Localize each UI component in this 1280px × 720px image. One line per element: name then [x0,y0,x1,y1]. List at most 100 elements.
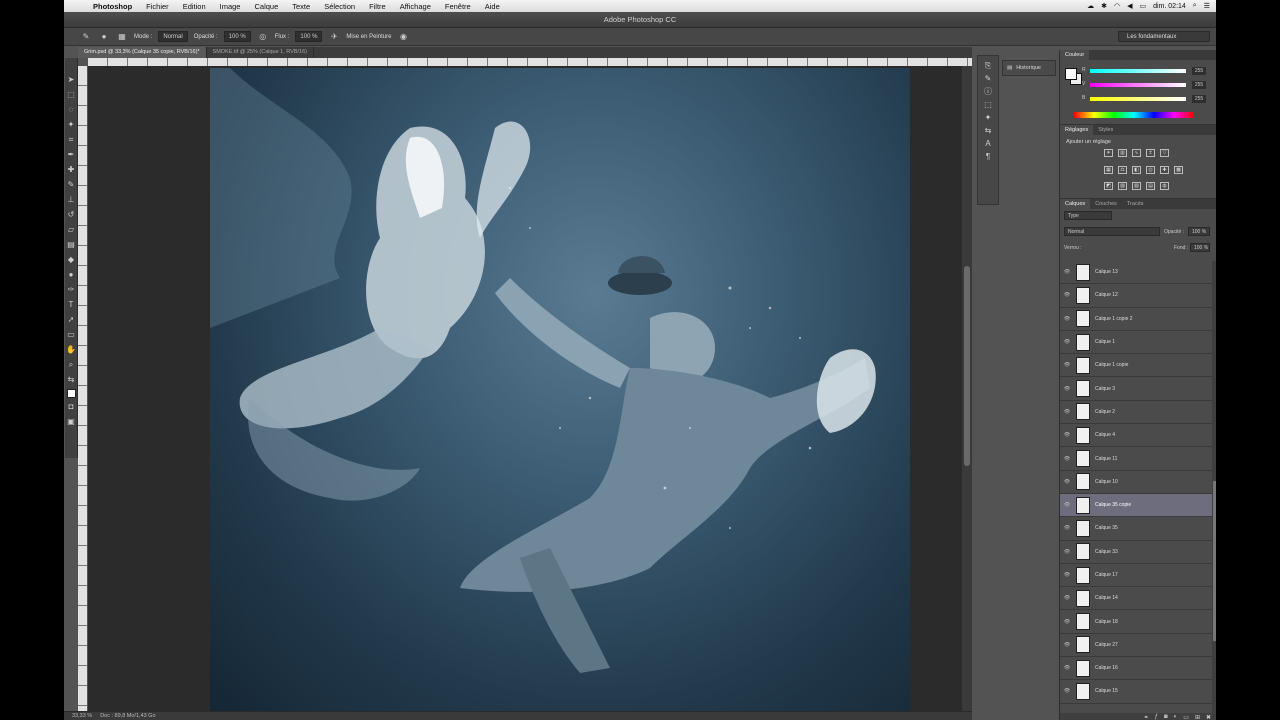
layer-name[interactable]: Calque 11 [1095,456,1117,462]
visibility-eye-icon[interactable]: 👁 [1060,269,1074,275]
path-select-tool-icon[interactable]: ➚ [66,314,76,326]
visibility-eye-icon[interactable]: 👁 [1060,386,1074,392]
brightness-icon[interactable]: ☀ [1104,149,1113,157]
airbrush-label[interactable]: Mise en Peinture [346,34,391,40]
brush-presets-icon[interactable]: ⬚ [984,101,992,109]
layer-thumbnail[interactable] [1076,426,1090,444]
menu-fichier[interactable]: Fichier [139,2,176,11]
layer-filter-kind[interactable]: Type [1064,211,1112,220]
menu-calque[interactable]: Calque [247,2,285,11]
marquee-tool-icon[interactable]: ⬚ [66,89,76,101]
menu-aide[interactable]: Aide [478,2,507,11]
layer-name[interactable]: Calque 2 [1095,409,1115,415]
layer-row[interactable]: 👁 Calque 14 [1060,587,1212,611]
visibility-eye-icon[interactable]: 👁 [1060,409,1074,415]
layer-row[interactable]: 👁 Calque 12 [1060,284,1212,308]
paragraph-panel-icon[interactable]: ¶ [986,153,990,161]
horizontal-ruler[interactable] [88,58,972,66]
battery-icon[interactable]: ▭ [1139,2,1146,10]
layer-opacity-field[interactable]: 100 % [1188,227,1210,236]
visibility-eye-icon[interactable]: 👁 [1060,339,1074,345]
tool-presets-icon[interactable]: ⇆ [985,127,992,135]
layer-row[interactable]: 👁 Calque 1 copie 2 [1060,308,1212,331]
layer-thumbnail[interactable] [1076,496,1090,514]
pen-tool-icon[interactable]: ✑ [66,284,76,296]
color-lookup-icon[interactable]: ▩ [1174,166,1183,174]
layer-thumbnail[interactable] [1076,286,1090,304]
layers-scrollbar-thumb[interactable] [1213,481,1216,641]
notification-icon[interactable]: ☰ [1204,2,1210,10]
curves-icon[interactable]: ∿ [1132,149,1141,157]
layer-thumbnail[interactable] [1076,636,1090,654]
volume-icon[interactable]: ◀ [1127,2,1132,10]
hand-tool-icon[interactable]: ✋ [66,344,76,356]
layer-name[interactable]: Calque 16 [1095,665,1118,671]
layer-name[interactable]: Calque 1 copie [1095,362,1128,368]
layer-thumbnail[interactable] [1076,450,1090,468]
menu-image[interactable]: Image [213,2,248,11]
visibility-eye-icon[interactable]: 👁 [1060,362,1074,368]
history-panel-icon[interactable]: ⎘ [985,62,991,70]
slider-value-r[interactable]: 255 [1192,67,1206,75]
slider-value-v[interactable]: 255 [1192,81,1206,89]
vertical-ruler[interactable] [78,66,87,711]
tab-channels[interactable]: Couches [1090,199,1122,209]
new-adjustment-icon[interactable]: ◐ [1174,714,1178,720]
menu-edition[interactable]: Edition [176,2,213,11]
layer-name[interactable]: Calque 3 [1095,386,1115,392]
crop-tool-icon[interactable]: ⌗ [66,134,76,146]
layer-thumbnail[interactable] [1076,682,1090,700]
layer-row[interactable]: 👁 Calque 1 copie [1060,354,1212,378]
layer-row[interactable]: 👁 Calque 33 [1060,541,1212,564]
screen-mode-icon[interactable]: ▣ [66,416,76,428]
layer-style-icon[interactable]: ƒ [1155,714,1158,720]
tab-adjustments[interactable]: Réglages [1060,125,1094,135]
menu-affichage[interactable]: Affichage [393,2,438,11]
brush-panel-dock-icon[interactable]: ✎ [985,75,992,83]
blend-mode-select[interactable]: Normal [1064,227,1160,236]
workspace-select[interactable]: Les fondamentaux [1118,31,1210,42]
menu-fenetre[interactable]: Fenêtre [438,2,478,11]
layer-name[interactable]: Calque 17 [1095,572,1118,578]
vibrance-icon[interactable]: ▽ [1160,149,1169,157]
layer-row[interactable]: 👁 Calque 15 [1060,680,1212,704]
visibility-eye-icon[interactable]: 👁 [1060,549,1074,555]
tab-layers[interactable]: Calques [1060,199,1091,209]
layer-row[interactable]: 👁 Calque 10 [1060,471,1212,494]
layer-thumbnail[interactable] [1076,566,1090,584]
history-panel-tab[interactable]: ▤ Historique [1002,60,1056,76]
visibility-eye-icon[interactable]: 👁 [1060,432,1074,438]
gradient-tool-icon[interactable]: ▤ [66,239,76,251]
layer-thumbnail[interactable] [1076,356,1090,374]
layer-thumbnail[interactable] [1076,659,1090,677]
posterize-icon[interactable]: ▨ [1118,182,1127,190]
tab-color[interactable]: Couleur [1060,50,1090,60]
visibility-eye-icon[interactable]: 👁 [1060,642,1074,648]
layer-thumbnail[interactable] [1076,380,1090,398]
info-panel-icon[interactable]: ⓘ [984,88,992,96]
visibility-eye-icon[interactable]: 👁 [1060,572,1074,578]
layer-row[interactable]: 👁 Calque 16 [1060,657,1212,681]
doc-tab-grim[interactable]: Grim.psd @ 33,3% (Calque 35 copie, RVB/1… [78,47,207,58]
doc-tab-smoke[interactable]: SMOKE.tif @ 25% (Calque 1, RVB/16) [207,47,314,58]
document-canvas[interactable] [210,68,910,711]
layer-row[interactable]: 👁 Calque 17 [1060,564,1212,588]
layer-row[interactable]: 👁 Calque 13 [1060,261,1212,285]
black-white-icon[interactable]: ◧ [1132,166,1141,174]
new-group-icon[interactable]: ▭ [1183,714,1189,720]
layer-thumbnail[interactable] [1076,543,1090,561]
visibility-eye-icon[interactable]: 👁 [1060,479,1074,485]
quick-select-tool-icon[interactable]: ✦ [66,119,76,131]
layer-row[interactable]: 👁 Calque 1 [1060,331,1212,355]
menu-filtre[interactable]: Filtre [362,2,393,11]
visibility-eye-icon[interactable]: 👁 [1060,456,1074,462]
flow-field[interactable]: 100 % [295,31,323,42]
layer-thumbnail[interactable] [1076,589,1090,607]
airbrush-icon[interactable]: ✈ [328,31,340,42]
selective-color-icon[interactable]: ◍ [1160,182,1169,190]
layer-name[interactable]: Calque 35 [1095,525,1118,531]
photo-filter-icon[interactable]: ◎ [1146,166,1155,174]
slider-v[interactable] [1090,83,1186,87]
new-layer-icon[interactable]: ⊞ [1195,714,1200,720]
blur-tool-icon[interactable]: ◆ [66,254,76,266]
